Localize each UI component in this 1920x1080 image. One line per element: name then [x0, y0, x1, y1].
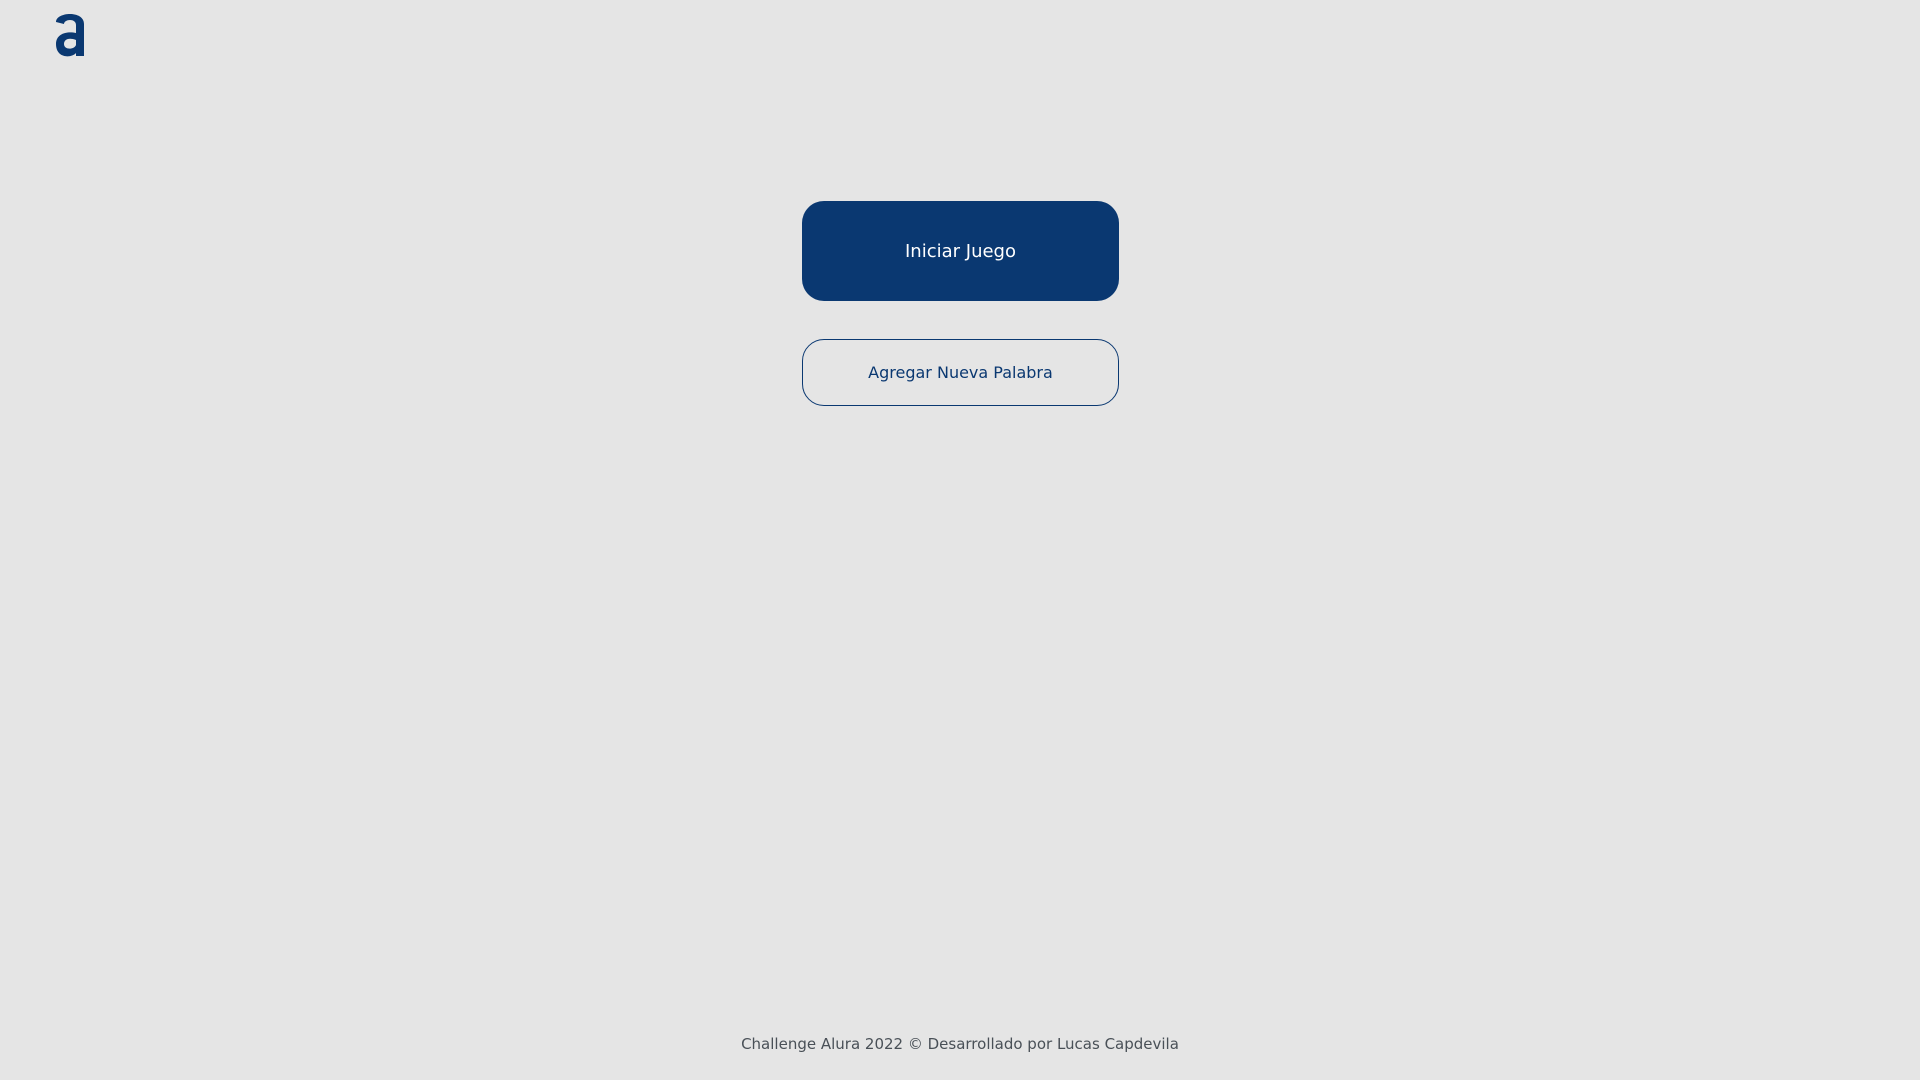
footer-text: Challenge Alura 2022 © Desarrollado por …: [741, 1035, 1179, 1053]
page: Iniciar Juego Agregar Nueva Palabra Chal…: [0, 0, 1920, 1080]
alura-logo-icon[interactable]: [52, 8, 88, 60]
start-game-button[interactable]: Iniciar Juego: [802, 201, 1119, 301]
add-new-word-button[interactable]: Agregar Nueva Palabra: [802, 339, 1119, 406]
